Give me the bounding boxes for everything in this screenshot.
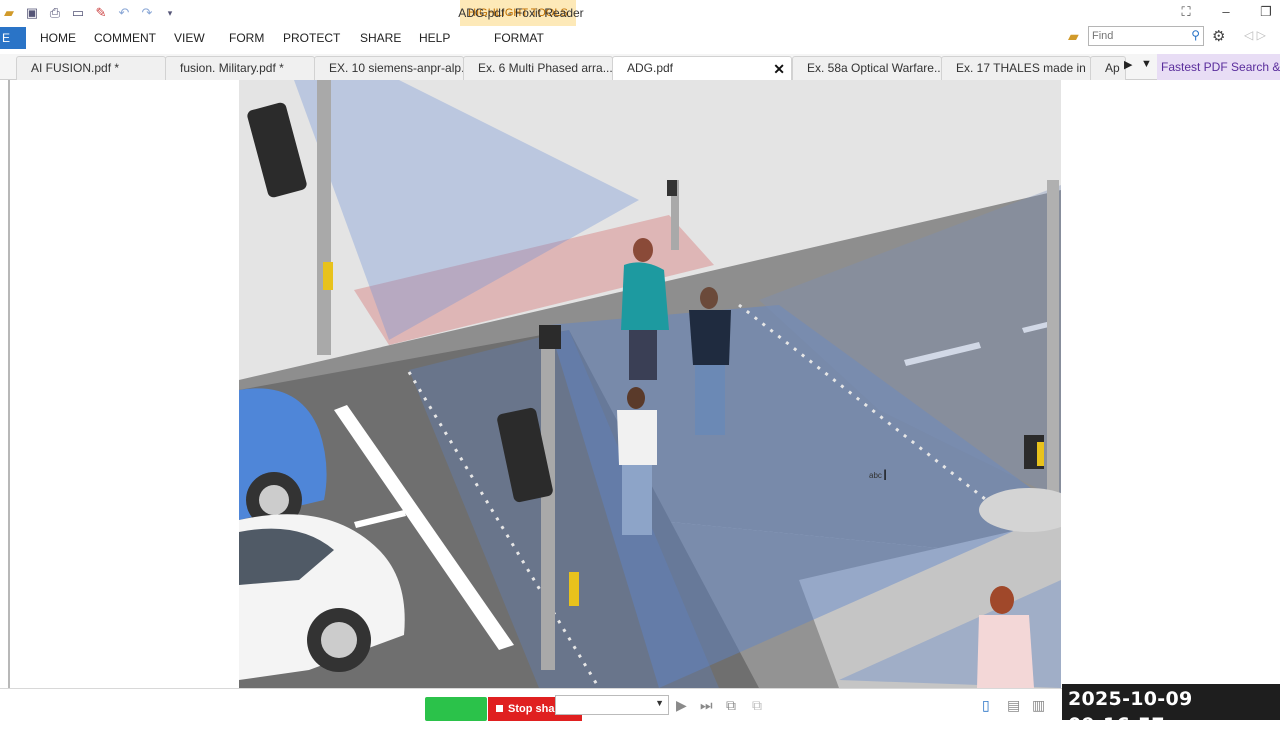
doc-tab[interactable]: fusion. Military.pdf *	[165, 56, 315, 80]
timestamp-overlay: 2025-10-09 09:16:57	[1062, 684, 1280, 736]
tab-form[interactable]: FORM	[229, 31, 264, 45]
document-tab-bar: AI FUSION.pdf * fusion. Military.pdf * E…	[0, 54, 1280, 81]
doc-tab[interactable]: Ap	[1090, 56, 1126, 80]
doc-tab[interactable]: Ex. 6 Multi Phased arra...	[463, 56, 613, 80]
doc-tab-label: fusion. Military.pdf *	[180, 61, 284, 75]
doc-tab-label: Ex. 17 THALES made in ...	[956, 61, 1091, 75]
open-icon[interactable]: ▰	[0, 4, 18, 22]
folder-search-icon[interactable]: ▰	[1068, 28, 1079, 45]
save-icon[interactable]: ▣	[23, 4, 41, 22]
redo-icon[interactable]: ↷	[138, 4, 156, 22]
cursor-label: abc	[869, 471, 882, 480]
next-view-icon[interactable]: ⧉	[752, 697, 762, 714]
promo-banner[interactable]: Fastest PDF Search &	[1157, 54, 1280, 80]
doc-tab-label: Ap	[1105, 61, 1120, 75]
share-indicator-button[interactable]	[425, 697, 487, 721]
tab-view[interactable]: VIEW	[174, 31, 205, 45]
file-tab[interactable]: E	[0, 27, 26, 49]
crosswalk-illustration: abc I	[239, 80, 1061, 688]
doc-tab-label: Ex. 6 Multi Phased arra...	[478, 61, 613, 75]
facing-page-icon[interactable]: ▥	[1032, 697, 1045, 714]
doc-tab-label: AI FUSION.pdf *	[31, 61, 120, 75]
window-controls: ⛶ – ❐	[1178, 4, 1274, 20]
doc-tab[interactable]: EX. 10 siemens-anpr-alp...	[314, 56, 464, 80]
tab-list-dropdown-icon[interactable]: ▼	[1141, 58, 1152, 70]
doc-tab-label: EX. 10 siemens-anpr-alp...	[329, 61, 464, 75]
last-page-icon[interactable]: ⏭	[700, 697, 713, 714]
stop-icon	[496, 705, 503, 712]
prev-result-icon[interactable]: ◁ ▷	[1244, 28, 1266, 42]
continuous-page-icon[interactable]: ▤	[1007, 697, 1020, 714]
find-box: ⚲	[1088, 26, 1204, 46]
minimize-icon[interactable]: –	[1218, 4, 1234, 20]
ribbon-menu: E HOME COMMENT VIEW FORM PROTECT SHARE H…	[0, 26, 1280, 51]
gear-icon[interactable]: ⚙	[1212, 27, 1225, 45]
title-bar: ▰ ▣ ⎙ ▭ ✎ ↶ ↷ ▾ HIGHLIGHT TOOLS ADG.pdf …	[0, 0, 1280, 26]
search-input[interactable]	[1089, 27, 1184, 45]
tab-format[interactable]: FORMAT	[494, 31, 544, 45]
customize-dropdown-icon[interactable]: ▾	[161, 4, 179, 22]
doc-tab[interactable]: Ex. 17 THALES made in ...	[941, 56, 1091, 80]
tab-protect[interactable]: PROTECT	[283, 31, 340, 45]
restore-icon[interactable]: ❐	[1258, 4, 1274, 20]
next-page-icon[interactable]: ▶	[676, 697, 687, 714]
tab-share[interactable]: SHARE	[360, 31, 401, 45]
document-viewer[interactable]: abc I	[0, 80, 1280, 688]
quick-access-toolbar: ▰ ▣ ⎙ ▭ ✎ ↶ ↷ ▾	[0, 4, 179, 22]
text-cursor-icon: I	[883, 468, 887, 484]
scan-icon[interactable]: ▭	[69, 4, 87, 22]
new-doc-icon[interactable]: ✎	[92, 4, 110, 22]
doc-tab[interactable]: Ex. 58a Optical Warfare...	[792, 56, 942, 80]
previous-view-icon[interactable]: ⧉	[726, 697, 736, 714]
chevron-down-icon: ▼	[655, 698, 664, 708]
single-page-icon[interactable]: ▯	[982, 697, 990, 714]
tab-home[interactable]: HOME	[40, 31, 76, 45]
page-number-select[interactable]: ▼	[555, 695, 669, 715]
print-icon[interactable]: ⎙	[46, 4, 64, 22]
doc-tab-active[interactable]: ADG.pdf ✕	[612, 56, 792, 81]
doc-tab[interactable]: AI FUSION.pdf *	[16, 56, 166, 80]
window-title: ADG.pdf - Foxit Reader	[0, 6, 1280, 20]
tab-help[interactable]: HELP	[419, 31, 450, 45]
tab-comment[interactable]: COMMENT	[94, 31, 156, 45]
doc-tab-label: ADG.pdf	[627, 61, 674, 75]
doc-tab-label: Ex. 58a Optical Warfare...	[807, 61, 942, 75]
page-illustration: abc I	[239, 80, 1061, 688]
close-icon[interactable]: ✕	[773, 58, 785, 80]
fullscreen-icon[interactable]: ⛶	[1178, 4, 1194, 20]
search-icon[interactable]: ⚲	[1191, 28, 1200, 42]
scroll-right-icon[interactable]: ▶	[1124, 58, 1132, 71]
navigation-panel-edge	[0, 80, 10, 688]
undo-icon[interactable]: ↶	[115, 4, 133, 22]
highlight-tools-tab[interactable]: HIGHLIGHT TOOLS	[460, 0, 576, 26]
